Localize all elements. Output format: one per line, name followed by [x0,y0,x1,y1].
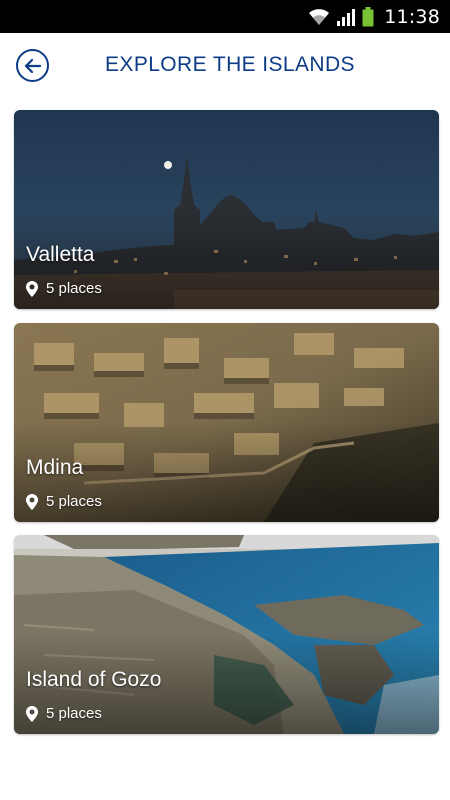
place-count: 5 places [26,705,102,722]
app-header: EXPLORE THE ISLANDS [0,33,450,99]
arrow-left-icon [24,58,42,74]
place-card-mdina[interactable]: Mdina 5 places [14,323,439,522]
status-bar: 11:38 [0,0,450,33]
place-count: 5 places [26,280,102,297]
place-count-label: 5 places [46,280,102,297]
battery-icon [362,6,374,27]
place-count-label: 5 places [46,493,102,510]
place-name: Valletta [26,243,95,266]
location-pin-icon [26,280,38,297]
place-name: Mdina [26,456,84,479]
location-pin-icon [26,493,38,510]
wifi-icon [308,8,330,26]
place-count: 5 places [26,493,102,510]
page-title: EXPLORE THE ISLANDS [105,53,355,76]
place-count-label: 5 places [46,705,102,722]
back-button[interactable] [16,49,49,82]
place-card-valletta[interactable]: Valletta 5 places [14,110,439,309]
status-time: 11:38 [384,5,440,28]
place-card-gozo[interactable]: Island of Gozo 5 places [14,535,439,734]
place-name: Island of Gozo [26,668,162,691]
signal-icon [336,8,356,26]
location-pin-icon [26,705,38,722]
